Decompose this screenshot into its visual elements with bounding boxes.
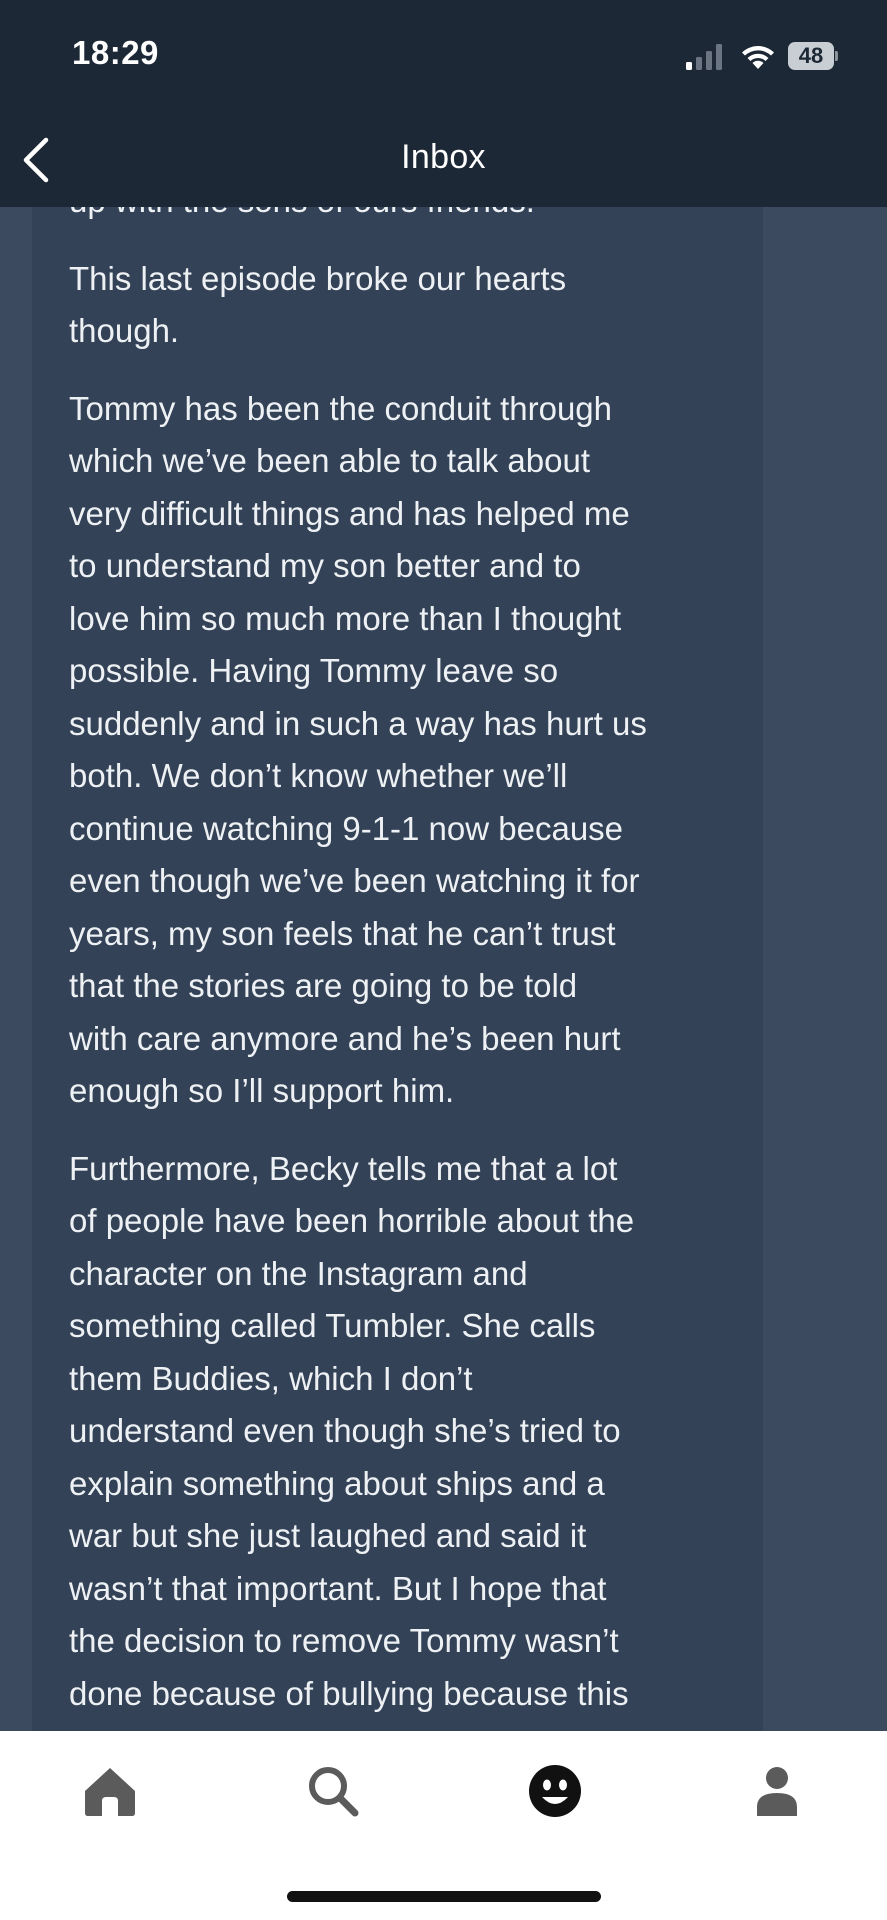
- tab-activity[interactable]: [525, 1761, 585, 1821]
- tab-search[interactable]: [303, 1761, 363, 1821]
- smiley-face-icon: [529, 1765, 581, 1817]
- message-line: wasn’t that important. But I hope that: [69, 1569, 607, 1607]
- battery-icon: 48: [788, 42, 838, 70]
- message-line: them Buddies, which I don’t: [69, 1359, 473, 1397]
- tab-home[interactable]: [80, 1761, 140, 1821]
- message-line: even though we’ve been watching it for: [69, 862, 640, 899]
- status-bar: 18:29 48: [0, 0, 887, 110]
- battery-level: 48: [788, 42, 834, 70]
- nav-header: Inbox: [0, 110, 887, 207]
- message-line: both. We don’t know whether we’ll: [69, 757, 568, 794]
- search-icon: [309, 1767, 359, 1817]
- message-paragraph: Furthermore, Becky tells me that a lot of…: [69, 1143, 739, 1721]
- message-line: character on the Instagram and: [69, 1254, 528, 1292]
- message-line: to understand my son better and to: [69, 547, 581, 584]
- message-line: years, my son feels that he can’t trust: [69, 914, 616, 952]
- home-indicator[interactable]: [287, 1891, 601, 1902]
- message-line: which we’ve been able to talk about: [69, 442, 591, 479]
- message-line: possible. Having Tommy leave so: [69, 652, 559, 689]
- message-line: war but she just laughed and said it: [69, 1517, 587, 1554]
- message-line: This last episode broke our hearts: [69, 259, 567, 297]
- message-line: explain something about ships and a: [69, 1464, 605, 1502]
- status-time: 18:29: [72, 34, 159, 71]
- message-line: suddenly and in such a way has hurt us: [69, 704, 647, 742]
- message-line: up with the sons of ours friends.: [69, 207, 739, 228]
- battery-tip: [835, 51, 838, 61]
- message-paragraph: Tommy has been the conduit through which …: [69, 383, 739, 1118]
- message-line: of people have been horrible about the: [69, 1202, 635, 1239]
- home-icon: [85, 1768, 135, 1816]
- message-line: very difficult things and has helped me: [69, 494, 630, 532]
- message-line: done because of bullying because this: [69, 1674, 629, 1712]
- message-body: up with the sons of ours friends. This la…: [69, 207, 739, 1731]
- message-line: understand even though she’s tried to: [69, 1412, 621, 1449]
- message-line: though.: [69, 312, 180, 349]
- message-line: continue watching 9-1-1 now because: [69, 809, 624, 847]
- message-line: love him so much more than I thought: [69, 599, 622, 637]
- message-thread[interactable]: up with the sons of ours friends. This la…: [0, 207, 887, 1731]
- message-line: with care anymore and he’s been hurt: [69, 1019, 621, 1057]
- message-line: the decision to remove Tommy wasn’t: [69, 1622, 619, 1659]
- tab-account[interactable]: [747, 1761, 807, 1821]
- message-line: that the stories are going to be told: [69, 967, 578, 1004]
- message-line: something called Tumbler. She calls: [69, 1307, 596, 1344]
- person-icon: [757, 1767, 797, 1816]
- cellular-signal-icon: [686, 44, 722, 70]
- message-line: enough so I’ll support him.: [69, 1072, 455, 1109]
- message-paragraph: up with the sons of ours friends.: [69, 207, 739, 228]
- page-title: Inbox: [401, 138, 486, 176]
- message-line: Tommy has been the conduit through: [69, 389, 613, 427]
- message-line: Furthermore, Becky tells me that a lot: [69, 1149, 618, 1187]
- message-paragraph: This last episode broke our hearts though…: [69, 253, 739, 358]
- wifi-icon: [742, 46, 774, 69]
